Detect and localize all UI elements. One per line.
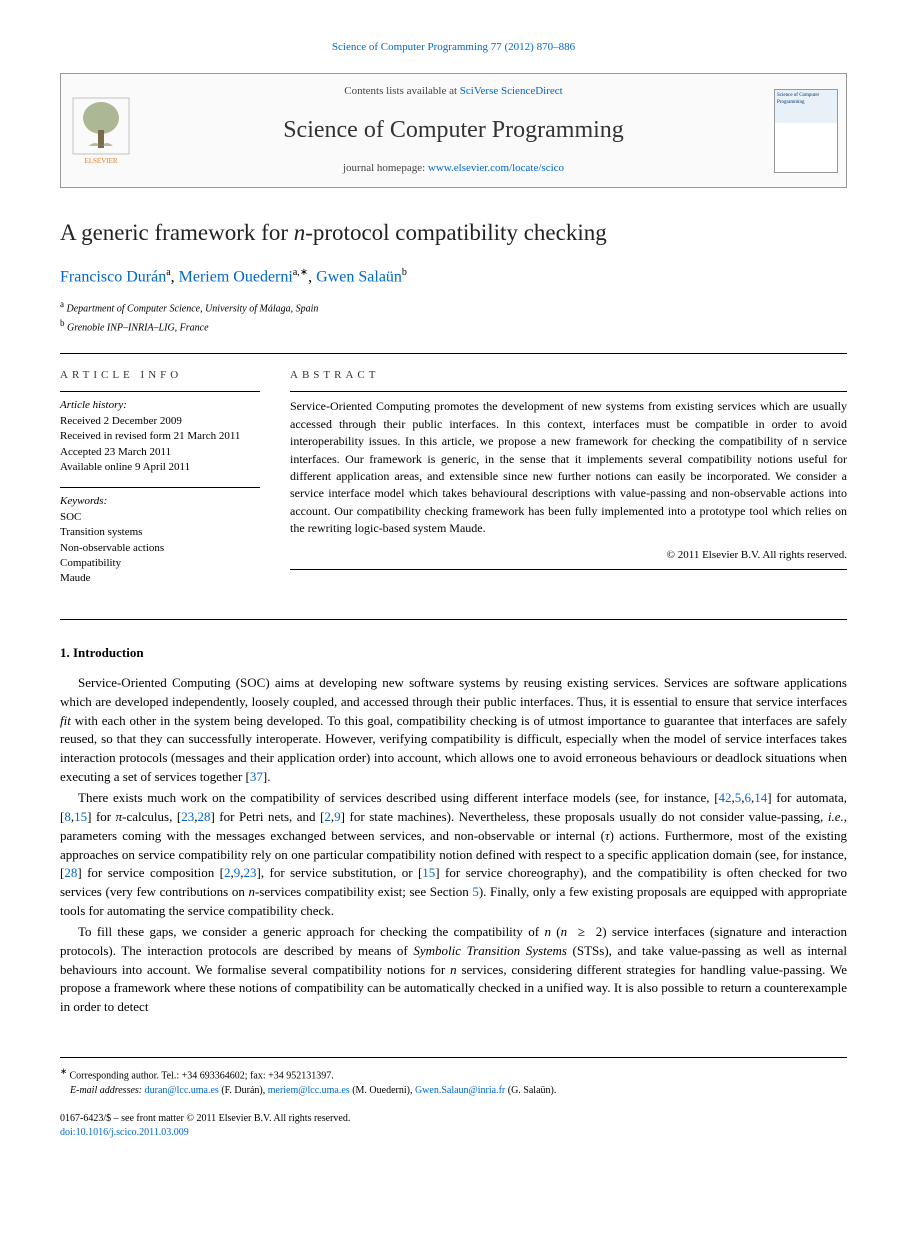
homepage-line: journal homepage: www.elsevier.com/locat… — [151, 161, 756, 176]
elsevier-logo: ELSEVIER — [61, 74, 141, 186]
citation-ref[interactable]: 2 — [224, 865, 231, 880]
section-ref[interactable]: 5 — [472, 884, 479, 899]
author-link[interactable]: Meriem Ouederni — [179, 268, 293, 285]
history-line: Accepted 23 March 2011 — [60, 445, 260, 460]
citation-ref[interactable]: 28 — [197, 809, 210, 824]
citation-ref[interactable]: 23 — [181, 809, 194, 824]
citation-ref[interactable]: 23 — [243, 865, 256, 880]
elsevier-tree-icon: ELSEVIER — [71, 96, 131, 166]
body-paragraph: To fill these gaps, we consider a generi… — [60, 923, 847, 1017]
citation-ref[interactable]: 28 — [64, 865, 77, 880]
keyword: Maude — [60, 571, 260, 586]
divider — [60, 619, 847, 620]
author-link[interactable]: Gwen Salaün — [316, 268, 402, 285]
keyword: Compatibility — [60, 556, 260, 571]
keyword: Transition systems — [60, 525, 260, 540]
sciencedirect-link[interactable]: SciVerse ScienceDirect — [460, 85, 563, 97]
article-title: A generic framework for n-protocol compa… — [60, 218, 847, 248]
email-link[interactable]: Gwen.Salaun@inria.fr — [415, 1085, 505, 1096]
journal-cover-thumbnail: Science of Computer Programming — [766, 74, 846, 186]
citation-ref[interactable]: 5 — [735, 790, 742, 805]
journal-header-box: ELSEVIER Contents lists available at Sci… — [60, 73, 847, 187]
citation-ref[interactable]: 37 — [250, 769, 263, 784]
history-line: Received in revised form 21 March 2011 — [60, 429, 260, 444]
homepage-link[interactable]: www.elsevier.com/locate/scico — [428, 162, 564, 174]
body-paragraph: There exists much work on the compatibil… — [60, 789, 847, 921]
citation-ref[interactable]: 9 — [334, 809, 341, 824]
citation-ref[interactable]: 42 — [719, 790, 732, 805]
authors-line: Francisco Durána, Meriem Ouedernia,∗, Gw… — [60, 266, 847, 289]
contents-available-line: Contents lists available at SciVerse Sci… — [151, 84, 756, 99]
body-paragraph: Service-Oriented Computing (SOC) aims at… — [60, 674, 847, 787]
issn-line: 0167-6423/$ – see front matter © 2011 El… — [60, 1112, 847, 1126]
keyword: SOC — [60, 510, 260, 525]
history-line: Available online 9 April 2011 — [60, 460, 260, 475]
author-link[interactable]: Francisco Durán — [60, 268, 166, 285]
email-addresses: E-mail addresses: duran@lcc.uma.es (F. D… — [60, 1083, 847, 1098]
citation-ref[interactable]: 15 — [422, 865, 435, 880]
doi-line: doi:10.1016/j.scico.2011.03.009 — [60, 1126, 847, 1140]
abstract-copyright: © 2011 Elsevier B.V. All rights reserved… — [290, 548, 847, 563]
email-link[interactable]: duran@lcc.uma.es — [145, 1085, 219, 1096]
doi-link[interactable]: doi:10.1016/j.scico.2011.03.009 — [60, 1127, 189, 1138]
citation-header: Science of Computer Programming 77 (2012… — [60, 40, 847, 55]
citation-ref[interactable]: 15 — [74, 809, 87, 824]
affiliations: a Department of Computer Science, Univer… — [60, 298, 847, 335]
abstract-column: ABSTRACT Service-Oriented Computing prom… — [290, 368, 847, 599]
keywords-label: Keywords: — [60, 494, 260, 509]
section-heading-introduction: 1. Introduction — [60, 644, 847, 662]
abstract-heading: ABSTRACT — [290, 368, 847, 383]
citation-ref[interactable]: 9 — [234, 865, 241, 880]
footer-block: ∗ Corresponding author. Tel.: +34 693364… — [60, 1057, 847, 1140]
abstract-text: Service-Oriented Computing promotes the … — [290, 398, 847, 537]
corresponding-author: ∗ Corresponding author. Tel.: +34 693364… — [60, 1066, 847, 1083]
keyword: Non-observable actions — [60, 541, 260, 556]
citation-ref[interactable]: 14 — [754, 790, 767, 805]
svg-text:ELSEVIER: ELSEVIER — [84, 157, 117, 165]
citation-ref[interactable]: 2 — [324, 809, 331, 824]
citation-link[interactable]: Science of Computer Programming 77 (2012… — [332, 41, 575, 53]
divider — [60, 353, 847, 354]
journal-name: Science of Computer Programming — [151, 114, 756, 148]
article-info-heading: ARTICLE INFO — [60, 368, 260, 383]
history-label: Article history: — [60, 398, 260, 413]
history-line: Received 2 December 2009 — [60, 414, 260, 429]
citation-ref[interactable]: 8 — [64, 809, 71, 824]
citation-ref[interactable]: 6 — [745, 790, 752, 805]
email-link[interactable]: meriem@lcc.uma.es — [268, 1085, 350, 1096]
article-info-column: ARTICLE INFO Article history: Received 2… — [60, 368, 260, 599]
